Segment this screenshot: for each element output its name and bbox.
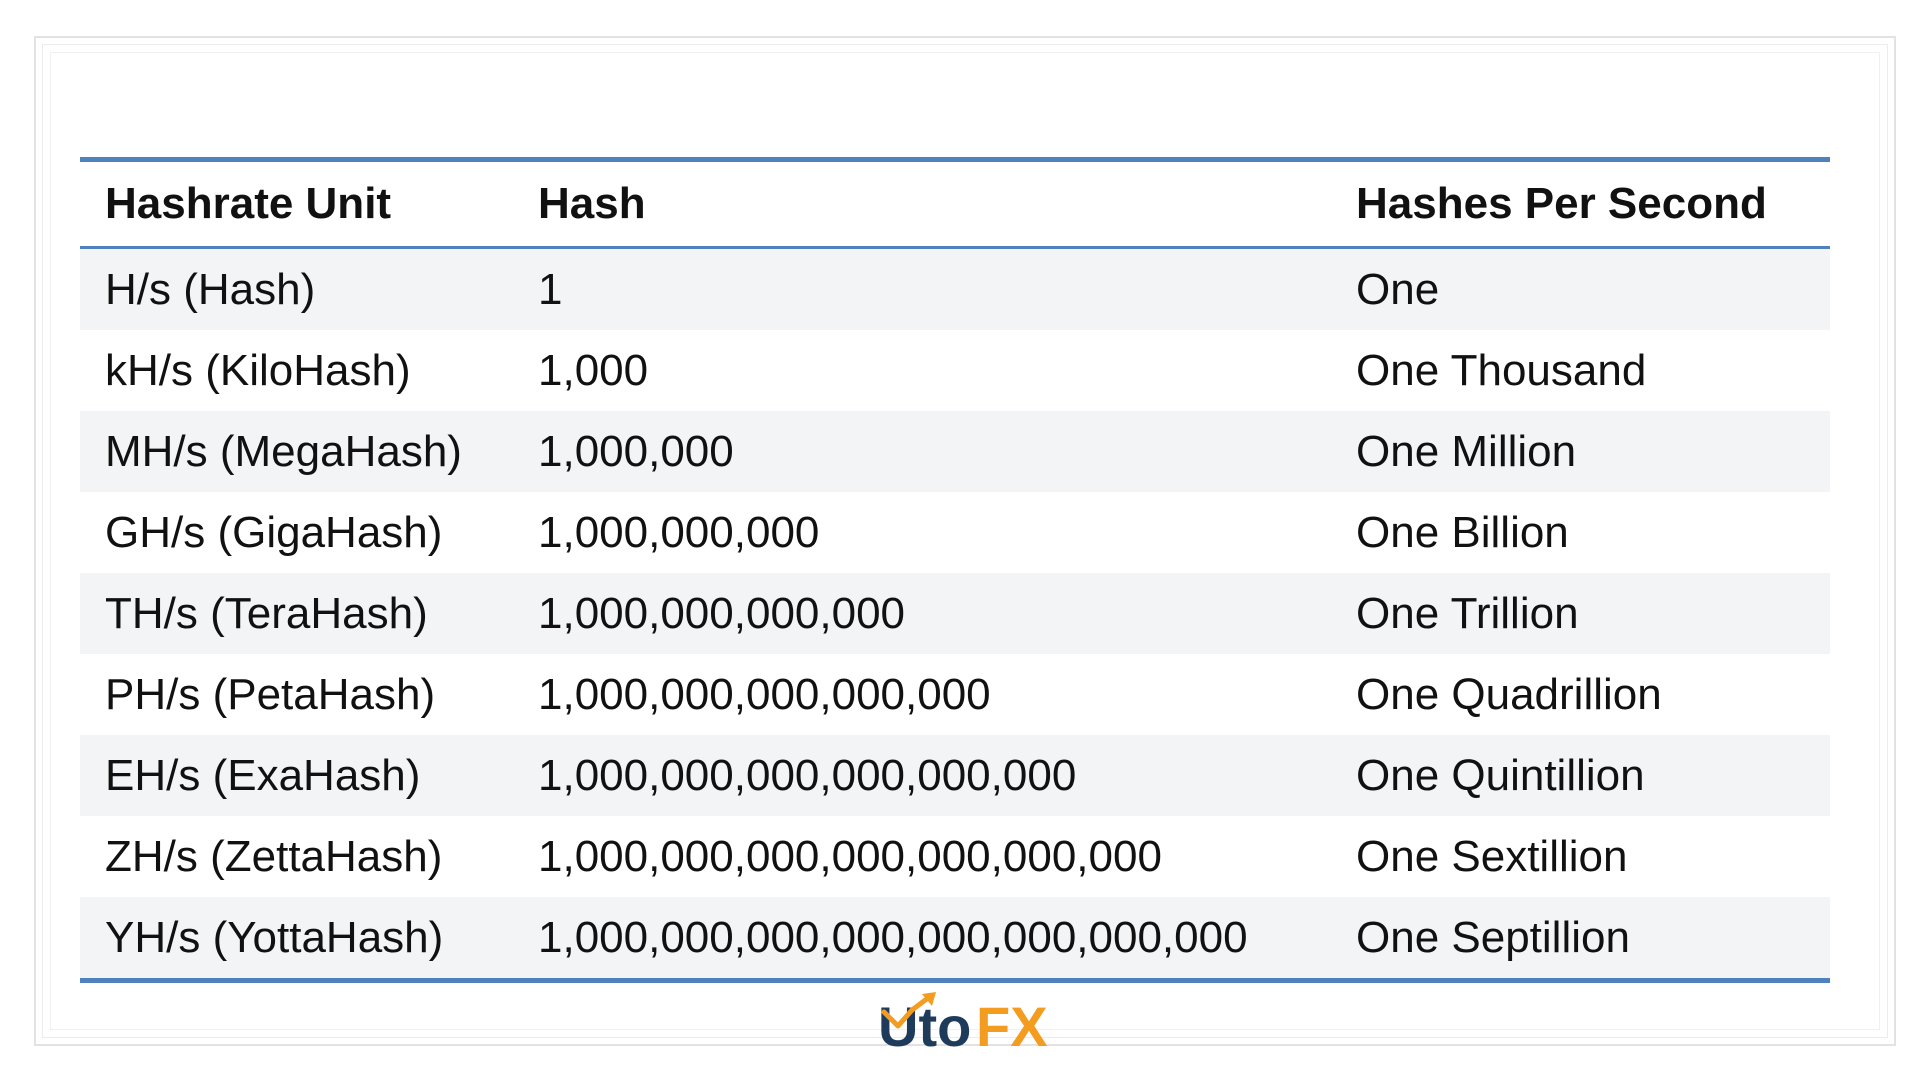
cell-hash: 1,000,000,000,000,000,000	[538, 750, 1077, 800]
logo-text-fx: FX	[976, 995, 1048, 1056]
header-hashes-per-second: Hashes Per Second	[1356, 179, 1767, 228]
hashrate-table: Hashrate Unit Hash Hashes Per Second H/s…	[80, 157, 1830, 983]
cell-hashes-per-second: One Quintillion	[1356, 750, 1645, 800]
cell-hashes-per-second: One Sextillion	[1356, 831, 1628, 881]
table-row: kH/s (KiloHash) 1,000 One Thousand	[80, 330, 1830, 411]
cell-hashes-per-second: One Septillion	[1356, 912, 1630, 962]
cell-hashrate-unit: YH/s (YottaHash)	[105, 912, 444, 962]
cell-hashes-per-second: One Thousand	[1356, 345, 1647, 395]
table-header-row: Hashrate Unit Hash Hashes Per Second	[80, 162, 1830, 246]
table-row: GH/s (GigaHash) 1,000,000,000 One Billion	[80, 492, 1830, 573]
cell-hash: 1,000,000,000,000,000	[538, 669, 991, 719]
cell-hashrate-unit: kH/s (KiloHash)	[105, 345, 411, 395]
table-row: MH/s (MegaHash) 1,000,000 One Million	[80, 411, 1830, 492]
table-row: YH/s (YottaHash) 1,000,000,000,000,000,00…	[80, 897, 1830, 978]
table-row: EH/s (ExaHash) 1,000,000,000,000,000,000 O…	[80, 735, 1830, 816]
cell-hashes-per-second: One Quadrillion	[1356, 669, 1662, 719]
logo-text-uto: Uto	[878, 995, 971, 1056]
cell-hashes-per-second: One Trillion	[1356, 588, 1579, 638]
cell-hash: 1,000,000,000,000	[538, 588, 906, 638]
table-row: ZH/s (ZettaHash) 1,000,000,000,000,000,00…	[80, 816, 1830, 897]
cell-hash: 1,000	[538, 345, 649, 395]
cell-hash: 1	[538, 264, 563, 314]
cell-hashrate-unit: GH/s (GigaHash)	[105, 507, 443, 557]
cell-hashrate-unit: EH/s (ExaHash)	[105, 750, 421, 800]
cell-hashes-per-second: One Million	[1356, 426, 1577, 476]
cell-hash: 1,000,000,000,000,000,000,000,000	[538, 912, 1248, 962]
cell-hashes-per-second: One Billion	[1356, 507, 1569, 557]
header-hashrate-unit: Hashrate Unit	[105, 179, 392, 228]
cell-hashrate-unit: PH/s (PetaHash)	[105, 669, 436, 719]
cell-hashrate-unit: TH/s (TeraHash)	[105, 588, 428, 638]
utofx-logo: Uto FX	[878, 992, 1048, 1056]
cell-hashrate-unit: ZH/s (ZettaHash)	[105, 831, 443, 881]
table-row: TH/s (TeraHash) 1,000,000,000,000 One Tril…	[80, 573, 1830, 654]
cell-hashrate-unit: MH/s (MegaHash)	[105, 426, 462, 476]
table-row: PH/s (PetaHash) 1,000,000,000,000,000 One …	[80, 654, 1830, 735]
cell-hash: 1,000,000	[538, 426, 734, 476]
table-bottom-rule	[80, 978, 1830, 983]
header-hash: Hash	[538, 179, 646, 228]
cell-hashes-per-second: One	[1356, 264, 1440, 314]
table-row: H/s (Hash) 1 One	[80, 249, 1830, 330]
cell-hash: 1,000,000,000	[538, 507, 820, 557]
table-body: H/s (Hash) 1 One kH/s (KiloHash) 1,000 One Th…	[80, 249, 1830, 978]
cell-hashrate-unit: H/s (Hash)	[105, 264, 316, 314]
cell-hash: 1,000,000,000,000,000,000,000	[538, 831, 1162, 881]
